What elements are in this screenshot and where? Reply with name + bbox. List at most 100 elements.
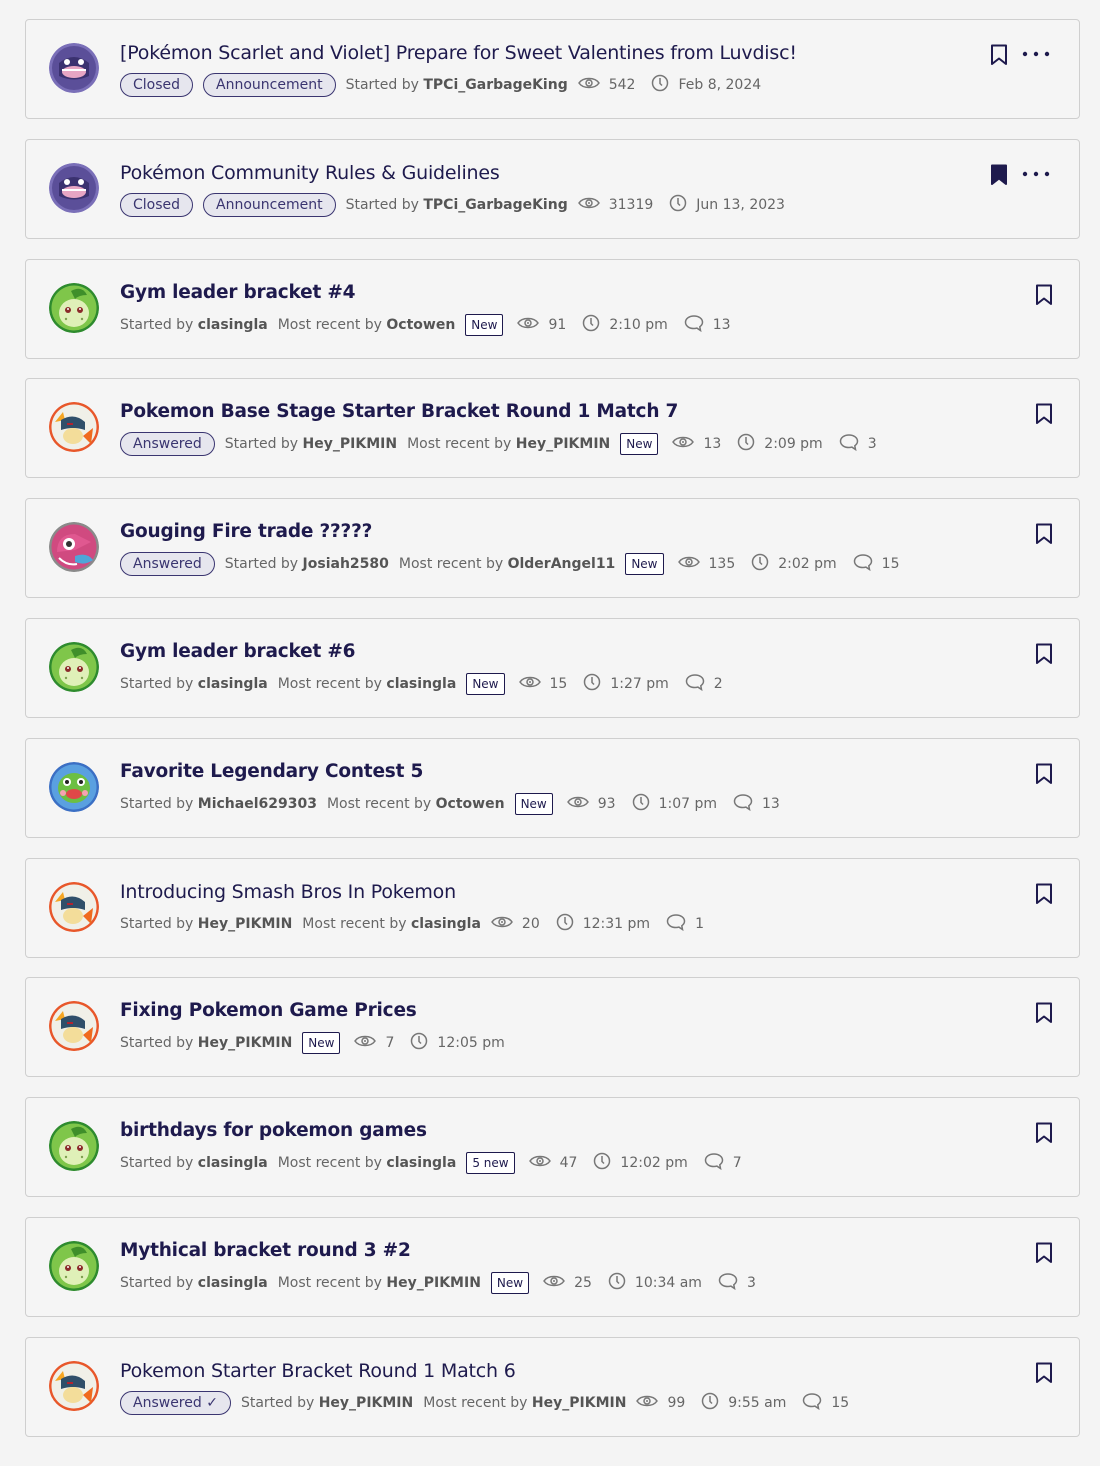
topic-title-link[interactable]: Fixing Pokemon Game Prices [120,998,417,1024]
topic-title-link[interactable]: Favorite Legendary Contest 5 [120,759,423,785]
author-link[interactable]: Hey_PIKMIN [198,1035,293,1051]
comment-icon [853,553,882,575]
new-badge[interactable]: 5 new [466,1152,515,1175]
topic-card: Pokemon Base Stage Starter Bracket Round… [25,378,1080,479]
topic-title-link[interactable]: Gouging Fire trade ????? [120,519,372,545]
bookmark-icon[interactable] [1035,403,1053,425]
user-avatar[interactable] [49,641,99,692]
author-link[interactable]: TPCi_GarbageKing [423,197,567,213]
bookmark-icon[interactable] [1035,1002,1053,1024]
user-avatar[interactable] [49,522,99,573]
author-link[interactable]: Michael629303 [198,796,317,812]
eye-icon [543,1274,574,1292]
author-link[interactable]: Josiah2580 [303,556,389,572]
last-poster-link[interactable]: clasingla [386,676,456,692]
user-avatar[interactable] [49,282,99,333]
topic-card: Pokemon Starter Bracket Round 1 Match 6 A… [25,1336,1080,1437]
comment-count-value: 13 [712,316,731,333]
bookmark-icon[interactable] [1035,883,1053,905]
topic-title-link[interactable]: [Pokémon Scarlet and Violet] Prepare for… [120,40,797,66]
author-link[interactable]: Hey_PIKMIN [303,436,398,452]
author-link[interactable]: clasingla [198,317,268,333]
user-avatar[interactable] [49,1001,99,1052]
author-link[interactable]: Hey_PIKMIN [319,1395,414,1411]
timestamp: 1:27 pm [583,673,669,695]
user-avatar[interactable] [49,162,99,213]
more-options-icon[interactable] [1022,166,1050,182]
topic-title-link[interactable]: birthdays for pokemon games [120,1118,427,1144]
topic-title-link[interactable]: Gym leader bracket #6 [120,639,356,665]
bookmark-icon[interactable] [1035,1242,1053,1264]
most-recent-by: Most recent by Octowen [327,796,505,812]
view-count-value: 47 [559,1155,578,1172]
topic-title-link[interactable]: Pokemon Base Stage Starter Bracket Round… [120,399,678,425]
new-badge[interactable]: New [465,313,504,336]
last-poster-link[interactable]: clasingla [386,1155,456,1171]
user-avatar[interactable] [49,402,99,453]
author-link[interactable]: TPCi_GarbageKing [423,77,567,93]
user-avatar[interactable] [49,761,99,812]
new-badge[interactable]: New [625,553,664,576]
user-avatar[interactable] [49,1121,99,1172]
topic-meta: Started by Hey_PIKMIN New 7 12:05 pm [120,1031,521,1055]
topic-title-link[interactable]: Pokemon Starter Bracket Round 1 Match 6 [120,1358,516,1384]
new-badge[interactable]: New [490,1271,530,1294]
topic-meta: Started by clasingla Most recent by clasi… [120,1151,758,1175]
started-by-label: Started by [224,436,299,453]
view-count: 31319 [577,196,653,214]
new-badge[interactable]: New [514,792,553,815]
last-poster-link[interactable]: clasingla [411,916,481,932]
last-poster-link[interactable]: Hey_PIKMIN [386,1275,481,1291]
comment-count: 1 [666,913,704,935]
new-badge[interactable]: New [620,433,659,456]
status-badge-answered: Answered [120,552,215,577]
bookmark-icon[interactable] [1035,763,1053,785]
comment-count: 15 [853,553,899,575]
user-avatar[interactable] [49,43,99,93]
bookmark-icon[interactable] [1035,643,1053,665]
bookmark-icon[interactable] [1035,1362,1053,1384]
view-count: 7 [354,1034,394,1052]
started-by-label: Started by [120,675,194,692]
topic-title-link[interactable]: Pokémon Community Rules & Guidelines [120,160,500,186]
bookmark-icon[interactable] [1035,523,1053,545]
new-badge[interactable]: New [302,1032,341,1055]
author-link[interactable]: clasingla [198,1275,268,1291]
bookmark-icon[interactable] [1035,1122,1053,1144]
topic-title-link[interactable]: Introducing Smash Bros In Pokemon [120,879,456,905]
author-link[interactable]: clasingla [198,676,268,692]
timestamp-value: 12:31 pm [582,915,651,932]
user-avatar[interactable] [49,1240,99,1291]
view-count: 20 [491,915,540,933]
bookmark-filled-icon[interactable] [990,164,1008,186]
author-link[interactable]: Hey_PIKMIN [198,916,293,932]
topic-card: [Pokémon Scarlet and Violet] Prepare for… [25,19,1080,119]
more-options-icon[interactable] [1022,46,1050,62]
last-poster-link[interactable]: Octowen [436,796,505,812]
author-link[interactable]: clasingla [198,1155,268,1171]
user-avatar[interactable] [49,881,99,932]
timestamp-value: Jun 13, 2023 [696,196,785,213]
view-count: 25 [543,1274,592,1292]
new-badge[interactable]: New [466,672,505,695]
comment-count-value: 2 [713,675,723,692]
clock-icon [593,1152,620,1174]
last-poster-link[interactable]: Hey_PIKMIN [532,1395,627,1411]
comment-icon [718,1272,747,1294]
topic-title-link[interactable]: Gym leader bracket #4 [120,280,356,306]
comment-icon [802,1392,831,1414]
last-poster-link[interactable]: OlderAngel11 [508,556,616,572]
most-recent-by-label: Most recent by [302,915,407,932]
user-avatar[interactable] [49,1360,99,1411]
topic-title-link[interactable]: Mythical bracket round 3 #2 [120,1238,411,1264]
bookmark-icon[interactable] [990,44,1008,66]
topic-card: Gym leader bracket #6 Started by clasingl… [25,617,1080,718]
started-by: Started by Josiah2580 [225,556,389,572]
topic-meta: Answered Started by Josiah2580 Most recent… [120,552,915,577]
view-count-value: 15 [549,675,568,692]
most-recent-by: Most recent by Octowen [278,317,456,333]
last-poster-link[interactable]: Octowen [386,317,455,333]
bookmark-icon[interactable] [1035,284,1053,306]
last-poster-link[interactable]: Hey_PIKMIN [516,436,611,452]
eye-icon [528,1154,560,1172]
